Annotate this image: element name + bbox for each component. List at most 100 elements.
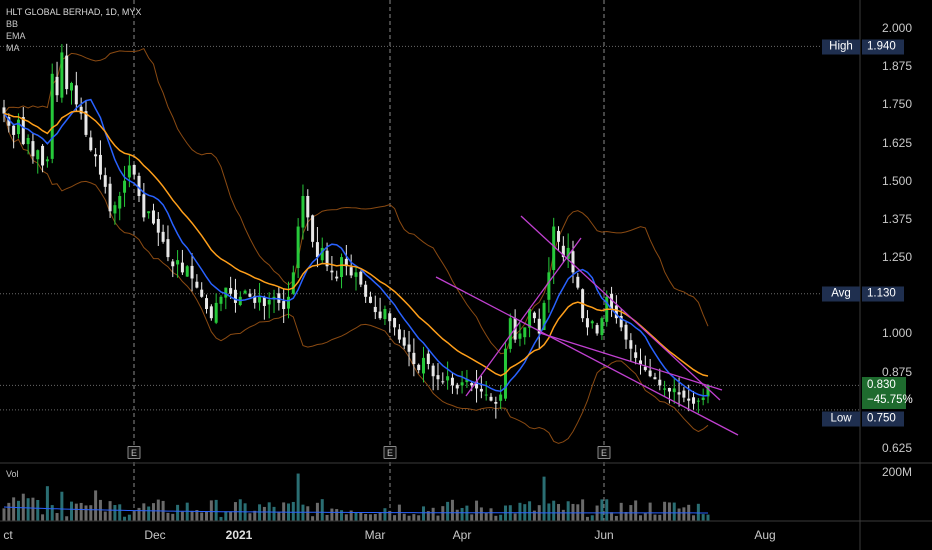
volume-bar [320,499,324,521]
candle-body [489,396,493,401]
volume-bar [672,502,676,521]
price-tick-label: 1.375 [881,211,912,226]
volume-bar [137,507,141,521]
volume-bar [614,515,618,521]
candle-body [441,381,445,383]
volume-bar [402,513,406,521]
candle-body [624,324,628,340]
volume-bar [26,498,30,521]
volume-bar [335,509,339,521]
candle-body [214,302,218,323]
current-price-change: −45.75% [867,394,913,406]
volume-bar [431,507,435,521]
volume-bar [619,502,623,521]
volume-bar [436,515,440,521]
candle-body [74,85,78,105]
volume-bar [16,500,20,521]
candle-body [638,360,642,364]
candle-body [156,218,160,233]
volume-bar [277,511,281,521]
volume-bar [41,514,45,521]
volume-bar [692,515,696,521]
volume-bar [214,499,218,521]
volume-bar [185,502,189,521]
candle-body [301,196,305,228]
volume-bar [176,504,180,521]
volume-bar [344,514,348,521]
volume-bar [118,504,122,521]
candle-body [364,284,368,297]
candle-body [98,154,102,175]
candle-body [12,125,16,135]
volume-bar [132,511,136,521]
candle-body [267,299,271,305]
candle-body [180,262,184,273]
price-tick-label: 0.625 [881,441,912,455]
legend-ma[interactable]: MA [6,42,141,54]
candle-body [547,272,551,300]
volume-bar [55,513,59,521]
volume-bar [581,499,585,521]
candle-body [677,392,681,395]
volume-bar [224,511,228,521]
earnings-badge-icon[interactable]: E [383,446,397,459]
time-tick-label: Dec [144,528,166,542]
volume-bar [45,486,49,521]
candle-body [479,388,483,392]
candle-body [94,154,98,157]
volume-bar [446,501,450,521]
axes [0,0,932,550]
volume-bar [151,503,155,521]
candle-body [330,270,334,273]
candle-body [60,52,64,98]
time-tick-label: 2021 [225,528,253,542]
volume-bar [50,505,54,521]
candle-body [450,377,454,386]
candle-body [667,387,671,392]
candle-body [585,318,589,328]
volume-bar [65,516,69,521]
candle-body [653,377,657,380]
candle-body [368,296,372,303]
volume-bar [701,514,705,521]
legend-bb[interactable]: BB [6,18,141,30]
current-price-value: 0.830 [867,379,896,391]
low-tag-value: 0.750 [862,411,904,427]
earnings-badge-icon[interactable]: E [597,446,611,459]
price-tick-label: 1.875 [881,59,912,74]
volume-bar [499,514,503,521]
candle-body [696,400,700,402]
candle-body [407,344,411,352]
candle-body [55,76,59,96]
volume-bar [667,502,671,521]
candlesticks [2,43,710,419]
volume-bar [422,506,426,521]
volume-bar [200,512,204,521]
volume-bar [460,507,464,521]
candle-body [431,365,435,377]
candle-body [518,333,522,339]
volume-bar [98,499,102,521]
low-tag-name: Low [822,411,860,427]
volume-bar [378,512,382,521]
candle-body [629,340,633,349]
volume-bar [209,500,213,521]
chart-legend: HLT GLOBAL BERHAD, 1D, MYX BB EMA MA [6,6,141,54]
candle-body [16,119,20,135]
candle-body [161,231,165,242]
volume-bar [566,501,570,521]
price-tick-label: 1.500 [881,173,912,188]
time-tick-label: Aug [754,528,776,542]
volume-bar [489,508,493,521]
candle-body [523,327,527,338]
volume-bar [127,514,131,521]
earnings-badge-icon[interactable]: E [127,446,141,459]
volume-bar [653,514,657,521]
candle-body [663,388,667,390]
legend-ema[interactable]: EMA [6,30,141,42]
candle-body [248,293,252,297]
volume-bar [605,499,609,521]
candle-body [354,272,358,277]
candle-body [286,296,290,309]
price-chart[interactable] [0,0,932,550]
